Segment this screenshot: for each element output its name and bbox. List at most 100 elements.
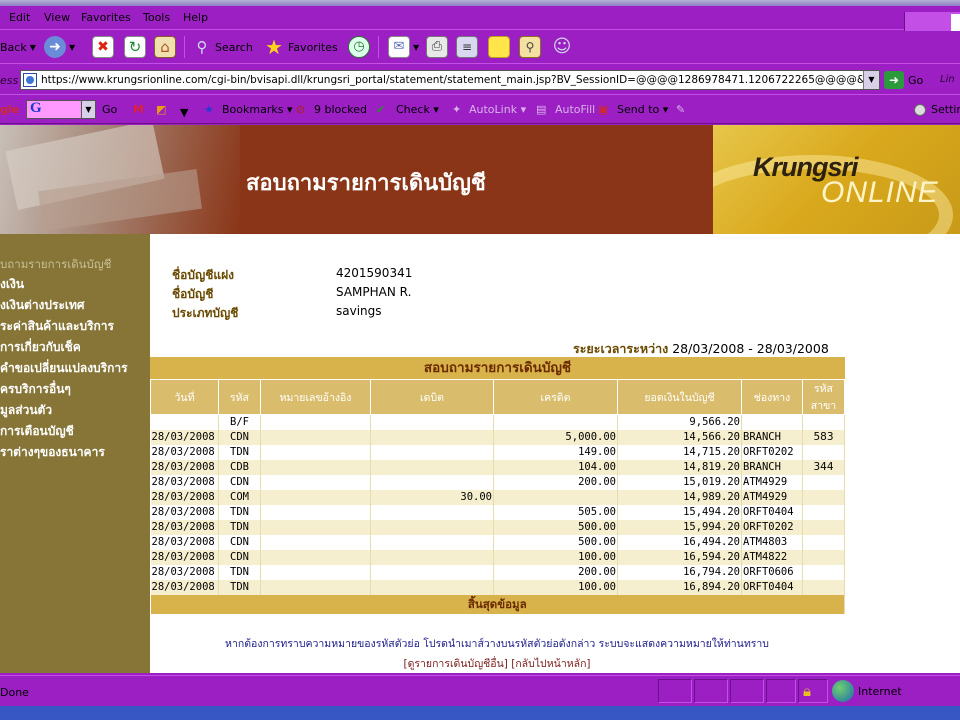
sidebar-item-cheque-services[interactable]: การเกี่ยวกับเช็ค: [0, 338, 81, 357]
address-url[interactable]: https://www.krungsrionline.com/cgi-bin/b…: [41, 74, 863, 86]
other-statement-link[interactable]: [ดูรายการเดินบัญชีอื่น]: [403, 658, 507, 670]
cell-channel: ORFT0606: [741, 564, 803, 580]
cell-channel: BRANCH: [741, 429, 803, 445]
lock-icon[interactable]: 🔒︎: [803, 682, 811, 700]
note-icon: [488, 36, 510, 58]
cell-code[interactable]: TDN: [218, 579, 261, 595]
discuss-button[interactable]: [488, 35, 510, 59]
favorites-button[interactable]: ★ Favorites: [263, 35, 338, 59]
cell-date: 28/03/2008: [150, 504, 219, 520]
end-of-data-label: สิ้นสุดข้อมูล: [150, 594, 845, 614]
footer-links: [ดูรายการเดินบัญชีอื่น] [กลับไปหน้าหลัก]: [150, 655, 844, 672]
send-to-button[interactable]: Send to ▾: [617, 103, 668, 116]
sidebar-item-personal-info[interactable]: มูลส่วนตัว: [0, 401, 52, 420]
cell-branch-code: [802, 549, 845, 565]
cell-code[interactable]: TDN: [218, 519, 261, 535]
cell-balance: 16,894.20: [617, 579, 742, 595]
google-dropdown-icon[interactable]: ▼: [81, 101, 95, 118]
cell-date: 28/03/2008: [150, 519, 219, 535]
settings-button[interactable]: Settin: [931, 103, 960, 116]
google-go-button[interactable]: Go: [102, 103, 117, 116]
banner-image: [0, 125, 240, 234]
cell-credit: 149.00: [493, 444, 618, 460]
mail-button[interactable]: ✉ ▼: [388, 35, 419, 59]
sidebar-item-other-services[interactable]: ครบริการอื่นๆ: [0, 380, 71, 399]
abbreviation-help-note: หากต้องการทราบความหมายของรหัสตัวย่อ โปรด…: [225, 638, 769, 650]
links-label[interactable]: Lin: [940, 74, 955, 85]
bookmarks-button[interactable]: Bookmarks ▾: [222, 103, 293, 116]
menu-view[interactable]: View: [44, 11, 70, 24]
cell-code[interactable]: CDN: [218, 534, 261, 550]
col-debit-header: เดบิต: [370, 379, 494, 415]
check-button[interactable]: Check ▾: [396, 103, 439, 116]
chevron-down-icon[interactable]: ▼: [180, 106, 188, 119]
refresh-button[interactable]: ↻: [124, 35, 146, 59]
table-row: 28/03/2008 CDN 200.00 15,019.20 ATM4929: [150, 474, 845, 490]
sidebar-item-service-change-request[interactable]: คำขอเปลี่ยนแปลงบริการ: [0, 359, 128, 378]
cell-credit: 200.00: [493, 564, 618, 580]
star-icon: ★: [265, 35, 283, 59]
col-credit-header: เครดิต: [493, 379, 618, 415]
menu-edit[interactable]: Edit: [9, 11, 30, 24]
autofill-button[interactable]: AutoFill: [555, 103, 595, 116]
sidebar-item-account-alerts[interactable]: การเตือนบัญชี: [0, 422, 74, 441]
history-button[interactable]: ◷: [348, 35, 370, 59]
home-button[interactable]: ⌂: [154, 35, 176, 59]
sidebar-item-bank-rates[interactable]: ราต่างๆของธนาคาร: [0, 443, 105, 462]
settings-icon[interactable]: [914, 104, 926, 116]
cell-channel: ATM4929: [741, 474, 803, 490]
cell-code[interactable]: B/F: [218, 414, 261, 430]
google-search-box[interactable]: G ▼: [26, 100, 96, 119]
security-zone[interactable]: Internet: [832, 680, 902, 702]
cell-code[interactable]: COM: [218, 489, 261, 505]
cell-code[interactable]: CDN: [218, 429, 261, 445]
cell-reference: [260, 549, 371, 565]
back-home-link[interactable]: [กลับไปหน้าหลัก]: [511, 658, 590, 670]
gmail-icon[interactable]: M: [133, 103, 144, 116]
edit-button[interactable]: ≡: [456, 35, 478, 59]
cell-code[interactable]: CDN: [218, 549, 261, 565]
go-button[interactable]: ➜ Go: [884, 71, 923, 89]
print-button[interactable]: ⎙: [426, 35, 448, 59]
autolink-label: AutoLink: [469, 103, 518, 116]
messenger-button[interactable]: ☺: [551, 35, 573, 59]
address-field[interactable]: https://www.krungsrionline.com/cgi-bin/b…: [20, 70, 880, 90]
sidebar-item-overseas-transfer[interactable]: งเงินต่างประเทศ: [0, 296, 85, 315]
cell-code[interactable]: CDN: [218, 474, 261, 490]
sidebar-item-transfer[interactable]: งเงิน: [0, 275, 24, 294]
cell-code[interactable]: TDN: [218, 504, 261, 520]
account-type-label: ประเภทบัญชี: [172, 306, 239, 320]
cell-code[interactable]: TDN: [218, 564, 261, 580]
popup-blocked-button[interactable]: 9 blocked: [314, 103, 367, 116]
status-panel: [694, 679, 728, 703]
cell-channel: ORFT0202: [741, 519, 803, 535]
period-value: 28/03/2008 - 28/03/2008: [672, 341, 829, 356]
sidebar-item-statement-inquiry[interactable]: บถามรายการเดินบัญชี: [0, 256, 111, 274]
menu-bar: Edit View Favorites Tools Help: [0, 6, 960, 34]
chevron-down-icon[interactable]: ▼: [30, 43, 36, 52]
table-row: 28/03/2008 TDN 200.00 16,794.20 ORFT0606: [150, 564, 845, 580]
status-bar: Done 🔒︎ Internet: [0, 675, 960, 705]
google-brand[interactable]: gle: [0, 103, 19, 116]
address-dropdown-icon[interactable]: ▼: [863, 71, 879, 89]
cell-reference: [260, 429, 371, 445]
search-button[interactable]: ⚲ Search: [192, 35, 253, 59]
autolink-button[interactable]: AutoLink ▾: [469, 103, 526, 116]
menu-help[interactable]: Help: [183, 11, 208, 24]
research-button[interactable]: ⚲: [519, 35, 541, 59]
cell-debit: [370, 474, 494, 490]
search-icon: ⚲: [196, 38, 208, 56]
chevron-down-icon[interactable]: ▼: [413, 43, 419, 52]
menu-tools[interactable]: Tools: [143, 11, 170, 24]
cell-code[interactable]: TDN: [218, 444, 261, 460]
forward-arrow-icon: ➜: [44, 36, 66, 58]
forward-button[interactable]: ➜ ▼: [44, 35, 75, 59]
stop-button[interactable]: ✖: [92, 35, 114, 59]
news-icon[interactable]: ◩: [156, 103, 166, 116]
menu-favorites[interactable]: Favorites: [81, 11, 131, 24]
back-button[interactable]: Back ▼: [0, 35, 36, 59]
sidebar-item-bill-payment[interactable]: ระค่าสินค้าและบริการ: [0, 317, 114, 336]
highlight-icon[interactable]: ✎: [676, 103, 685, 116]
cell-code[interactable]: CDB: [218, 459, 261, 475]
chevron-down-icon[interactable]: ▼: [69, 43, 75, 52]
